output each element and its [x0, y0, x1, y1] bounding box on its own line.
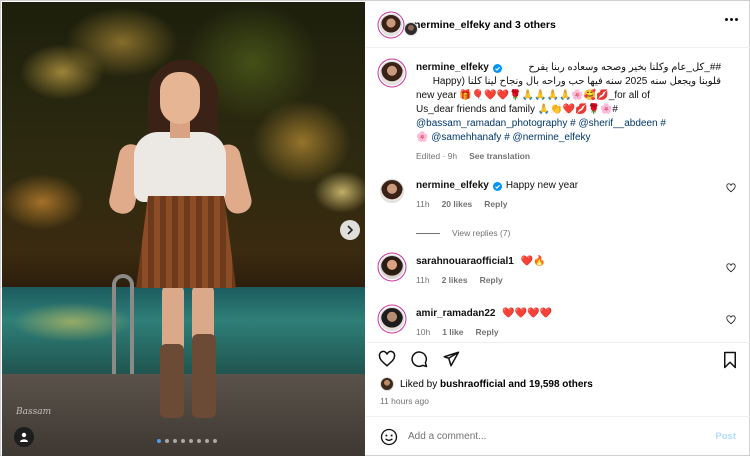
post-header: nermine_elfeky and 3 others: [366, 2, 750, 48]
comment-time: 10h: [416, 327, 431, 337]
comment-reply-button[interactable]: Reply: [475, 327, 498, 337]
post-authors: nermine_elfeky and 3 others: [414, 19, 556, 31]
comment-text: ❤️🔥: [520, 256, 546, 267]
heart-icon[interactable]: [726, 183, 736, 193]
see-translation-link[interactable]: See translation: [469, 151, 530, 161]
comment-likes[interactable]: 2 likes: [442, 275, 468, 285]
comment-time: 11h: [416, 199, 430, 209]
post-actions: [366, 342, 750, 374]
post-photo[interactable]: Bassam: [2, 2, 365, 456]
coauthors-link[interactable]: and 3 others: [493, 19, 555, 31]
post-sidebar: nermine_elfeky and 3 others nermine_elfe…: [366, 2, 750, 456]
view-replies-label: View replies (7): [452, 228, 511, 238]
like-button[interactable]: [378, 350, 396, 368]
bookmark-icon: [724, 351, 736, 369]
comment-item: amir_ramadan22 ❤️❤️❤️❤️ 10h 1 like Reply: [380, 307, 740, 337]
caption-line-3: new year 🎁🎈❤️❤️🌹🙏🙏🙏🙏🌸🥰💋_for all of: [416, 90, 650, 101]
caption-line-1: ##_كل_عام وكلنا بخير وصحه وسعاده ربنا يف…: [528, 62, 721, 73]
user-tag-icon: [20, 432, 28, 442]
more-icon[interactable]: [725, 18, 738, 21]
comments-scroll[interactable]: nermine_elfeky ##_كل_عام وكلنا بخير وصحه…: [366, 49, 750, 341]
comment-avatar[interactable]: [380, 179, 404, 203]
add-comment-bar: Post: [366, 416, 750, 456]
caption: nermine_elfeky ##_كل_عام وكلنا بخير وصحه…: [380, 61, 740, 161]
caption-mentions-2[interactable]: 🌸 @samehhanafy # @nermine_elfeky: [416, 131, 721, 145]
comment-username[interactable]: amir_ramadan22: [416, 308, 496, 319]
carousel-dot: [157, 439, 161, 443]
comment-likes[interactable]: 1 like: [442, 327, 463, 337]
caption-line-2: قلوبنا ويجعل سنه 2025 سنه فيها حب وراحه …: [432, 76, 721, 87]
carousel-dot: [173, 439, 177, 443]
post-comment-button[interactable]: Post: [715, 431, 736, 442]
likes-summary: Liked by bushraofficial and 19,598 other…: [380, 377, 593, 391]
comment-username[interactable]: nermine_elfeky: [416, 179, 489, 193]
comment-button[interactable]: [410, 350, 428, 368]
save-button[interactable]: [722, 351, 738, 372]
caption-line-4: Us_dear friends and family 🙏👏❤️💋🌹🌸#: [416, 104, 618, 115]
comment-avatar[interactable]: [380, 255, 404, 279]
author-username[interactable]: nermine_elfeky: [414, 19, 490, 31]
comment-input[interactable]: [408, 431, 698, 442]
caption-mentions-1[interactable]: @bassam_ramadan_photography # @sherif__a…: [416, 117, 721, 131]
heart-icon: [378, 350, 396, 367]
comment-reply-button[interactable]: Reply: [484, 199, 507, 209]
coauthor-avatar[interactable]: [404, 21, 418, 36]
heart-icon[interactable]: [726, 263, 736, 273]
carousel-next-button[interactable]: [340, 220, 360, 240]
liker-username[interactable]: bushraofficial: [440, 379, 506, 390]
carousel-dot: [189, 439, 193, 443]
share-icon: [443, 351, 460, 366]
chevron-right-icon: [347, 225, 354, 235]
liker-avatar[interactable]: [380, 377, 394, 391]
photo-signature: Bassam: [16, 407, 52, 417]
comment-avatar[interactable]: [380, 307, 404, 331]
emoji-icon: [380, 428, 398, 445]
comment-icon: [411, 350, 428, 367]
likes-count-link[interactable]: and 19,598 others: [508, 379, 592, 390]
comment-time: 11h: [416, 275, 430, 285]
comment-text: ❤️❤️❤️❤️: [502, 308, 553, 319]
comment-username[interactable]: sarahnouaraofficial1: [416, 256, 514, 267]
comment-item: nermine_elfeky Happy new year 11h 20 lik…: [380, 179, 740, 209]
comment-item: sarahnouaraofficial1 ❤️🔥 11h 2 likes Rep…: [380, 255, 740, 285]
carousel-dot: [213, 439, 217, 443]
emoji-button[interactable]: [380, 428, 398, 446]
post-modal: Bassam nermine_elfeky and 3 others nermi…: [0, 0, 750, 456]
carousel-indicator: [157, 439, 217, 443]
view-replies-button[interactable]: View replies (7): [416, 228, 510, 238]
verified-icon: [492, 181, 502, 191]
author-avatar[interactable]: [380, 13, 402, 36]
caption-username[interactable]: nermine_elfeky: [416, 61, 489, 75]
share-button[interactable]: [442, 350, 460, 368]
comment-likes[interactable]: 20 likes: [442, 199, 473, 209]
comment-reply-button[interactable]: Reply: [480, 275, 503, 285]
photo-subject: [107, 54, 262, 434]
comment-text: Happy new year: [505, 180, 579, 191]
carousel-dot: [197, 439, 201, 443]
user-tag-button[interactable]: [14, 427, 34, 447]
carousel-dot: [181, 439, 185, 443]
heart-icon[interactable]: [726, 315, 736, 325]
caption-edited-time: Edited · 9h: [416, 151, 458, 161]
verified-icon: [492, 63, 502, 73]
caption-avatar[interactable]: [380, 61, 404, 85]
post-timestamp: 11 hours ago: [380, 396, 429, 406]
carousel-dot: [165, 439, 169, 443]
carousel-dot: [205, 439, 209, 443]
